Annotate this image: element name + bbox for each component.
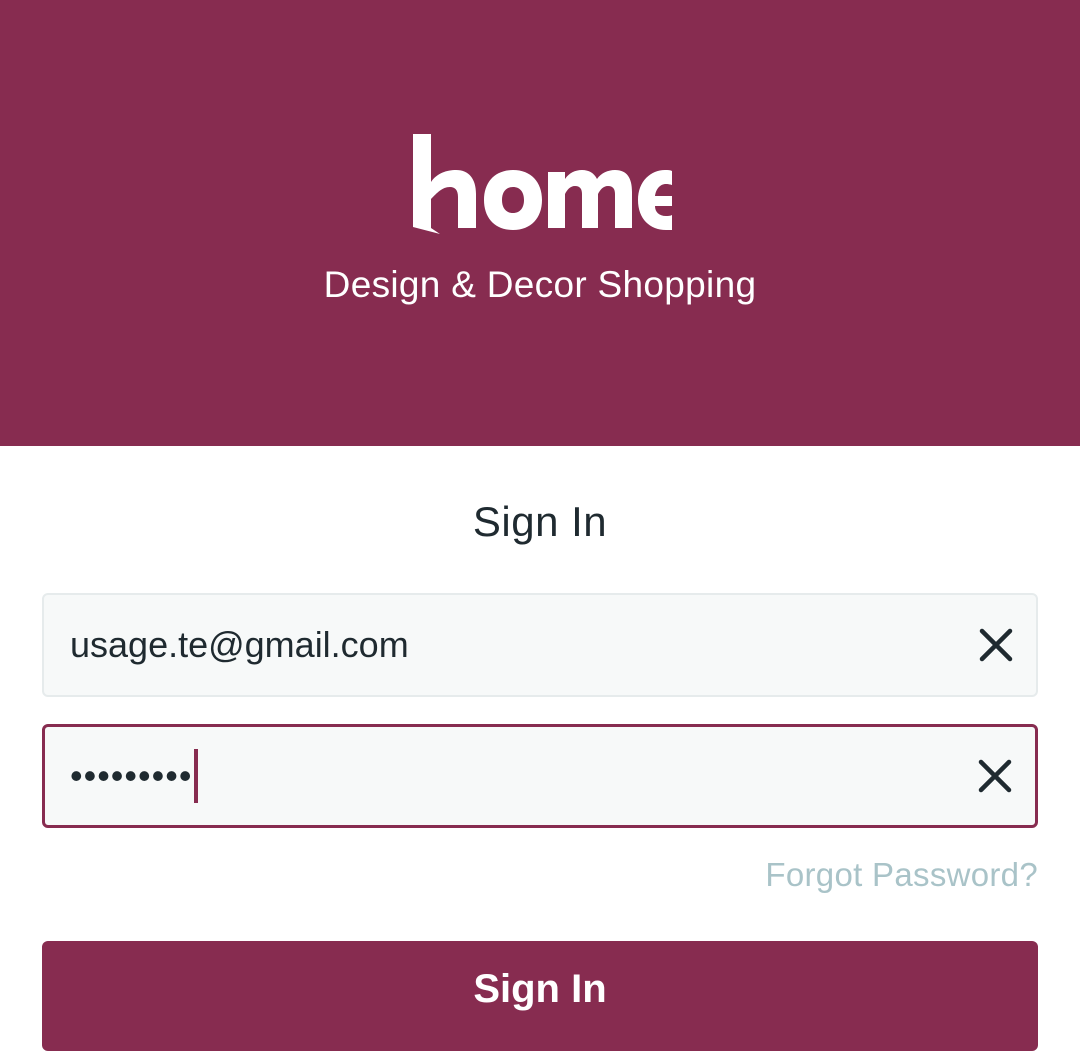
sign-in-button[interactable]: Sign In — [42, 941, 1038, 1051]
close-icon[interactable] — [976, 625, 1016, 665]
password-value: ••••••••• — [70, 727, 199, 825]
forgot-password-link[interactable]: Forgot Password? — [765, 856, 1038, 894]
password-dots: ••••••••• — [70, 755, 193, 796]
email-field[interactable]: usage.te@gmail.com — [42, 593, 1038, 697]
home-logo: home — [410, 132, 672, 236]
email-value: usage.te@gmail.com — [70, 624, 409, 665]
page-title: Sign In — [472, 498, 608, 545]
tagline: Design & Decor Shopping — [323, 264, 757, 305]
text-cursor — [194, 749, 199, 803]
header-banner: home Design & Decor Shopping — [0, 0, 1080, 446]
logo-text: home — [410, 132, 672, 236]
close-icon[interactable] — [975, 756, 1015, 796]
password-field[interactable]: ••••••••• — [42, 724, 1038, 828]
